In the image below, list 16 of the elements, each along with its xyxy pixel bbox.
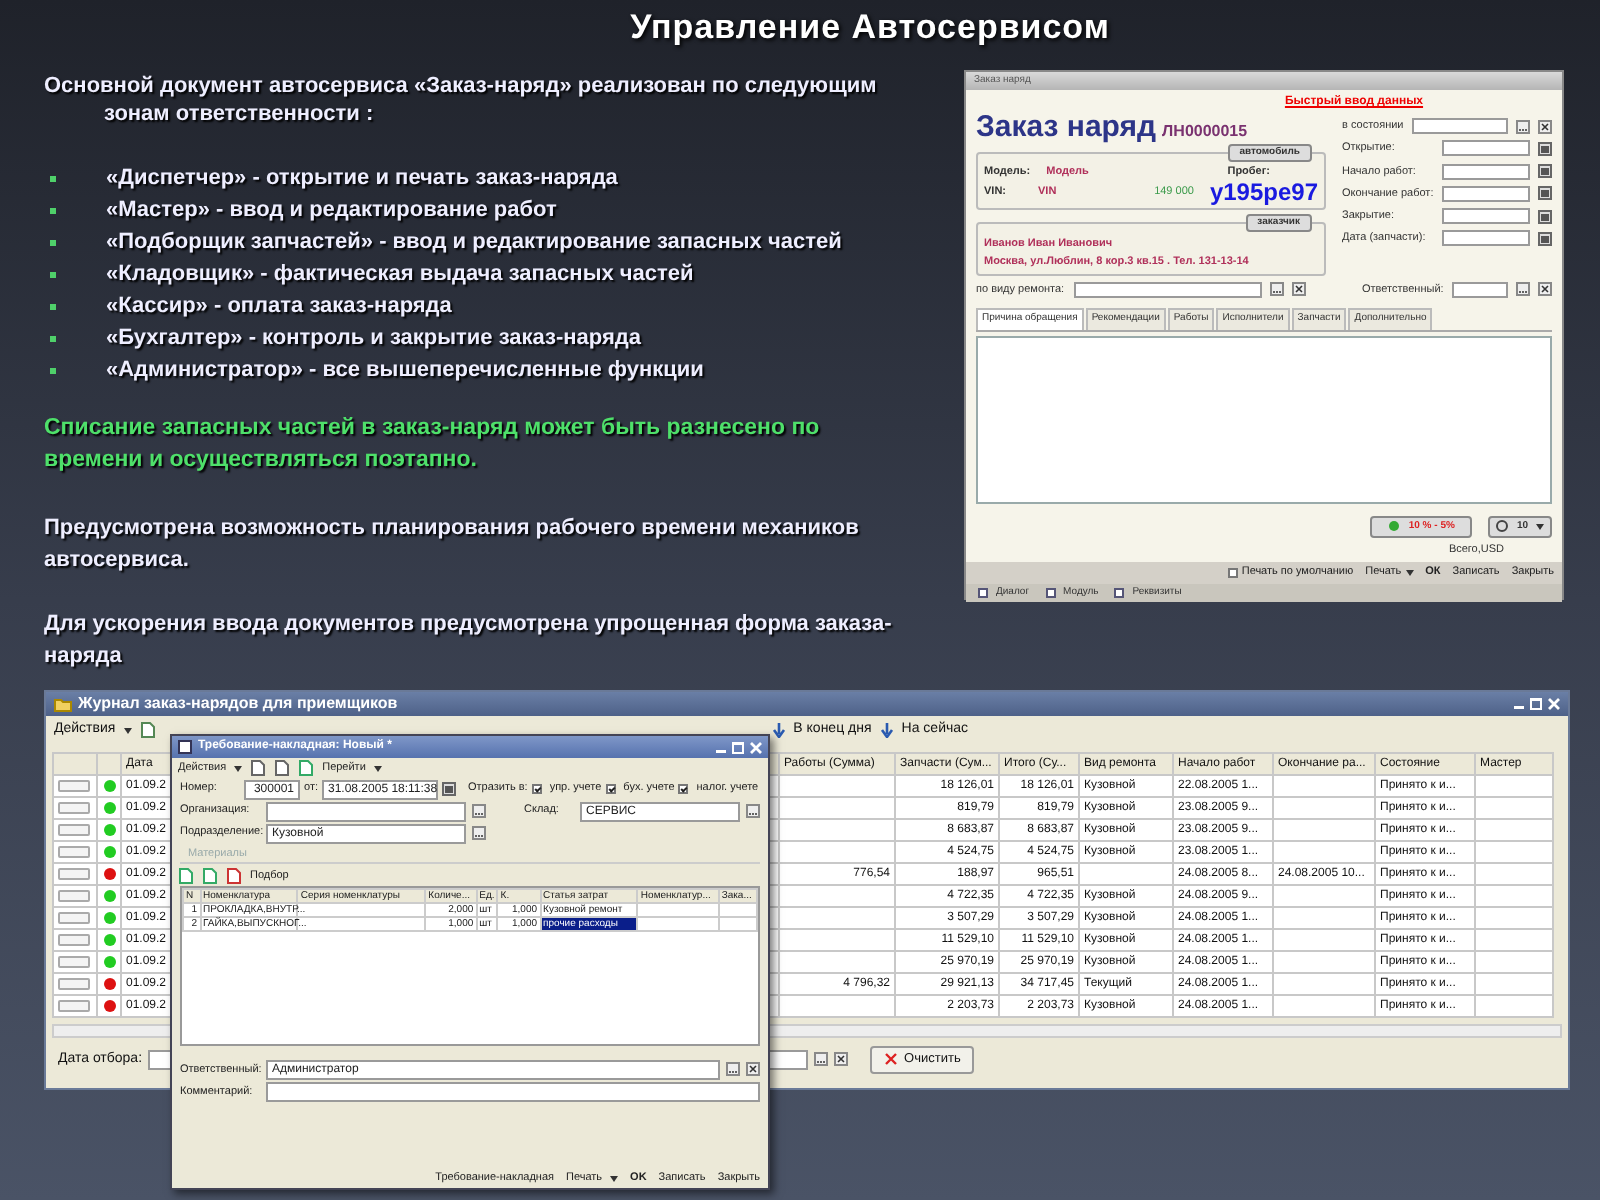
- document-heading: Заказ наряд: [976, 112, 1157, 144]
- role-item: «Кладовщик» - фактическая выдача запасных частей: [106, 260, 694, 288]
- role-item: «Подборщик запчастей» - ввод и редактирование запасных частей: [106, 228, 842, 256]
- role-item: «Диспетчер» - открытие и печать заказ-наряда: [106, 164, 618, 192]
- role-item: «Администратор» - все вышеперечисленные функции: [106, 356, 704, 384]
- document-number: ЛН0000015: [1162, 120, 1248, 144]
- intro-text: Основной документ автосервиса «Заказ-наряд» реализован по следующим зонам ответственности :: [44, 72, 879, 128]
- paragraph-text: Предусмотрена возможность планирования рабочего времени механиков автосервиса.: [44, 514, 861, 576]
- plate-number: у195ре97: [1209, 180, 1318, 205]
- highlight-text: Списание запасных частей в заказ-наряд может быть разнесено по времени и осуществляться поэтапно.: [44, 414, 822, 476]
- window-title: Журнал заказ-нарядов для приемщиков: [78, 692, 398, 716]
- paragraph-text: Для ускорения ввода документов предусмотрена упрощенная форма заказа-наряда: [44, 610, 894, 672]
- role-item: «Кассир» - оплата заказ-наряда: [106, 292, 452, 320]
- role-item: «Бухгалтер» - контроль и закрытие заказ-наряда: [106, 324, 642, 352]
- slide-title: Управление Автосервисом: [628, 6, 1112, 50]
- role-item: «Мастер» - ввод и редактирование работ: [106, 196, 557, 224]
